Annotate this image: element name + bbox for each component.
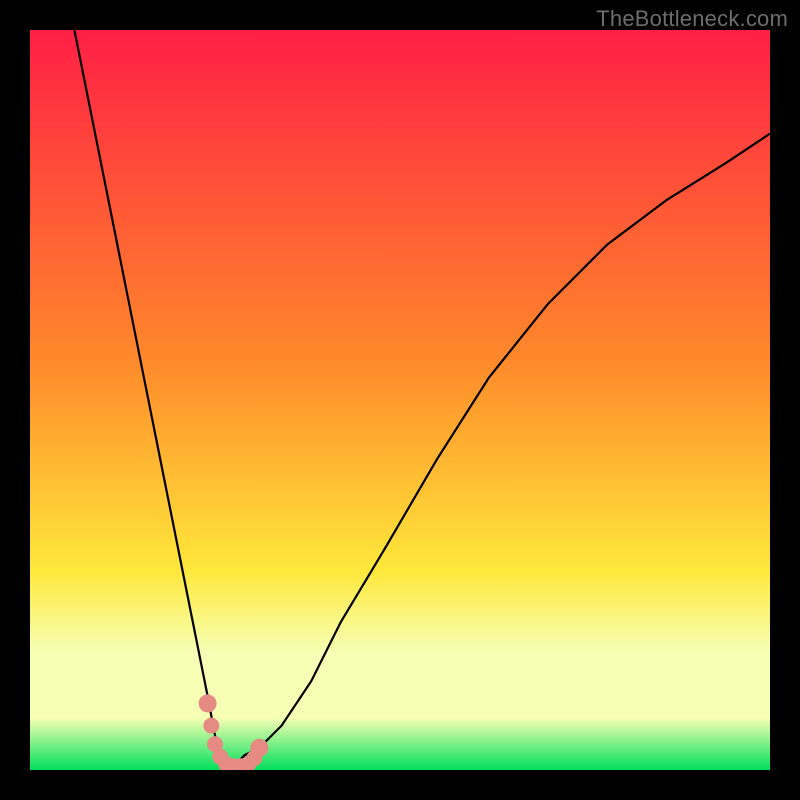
marker-dot xyxy=(203,718,219,734)
marker-dot xyxy=(199,694,217,712)
watermark-text: TheBottleneck.com xyxy=(596,6,788,32)
chart-plot-area xyxy=(30,30,770,770)
chart-root: TheBottleneck.com xyxy=(0,0,800,800)
marker-dot xyxy=(250,739,268,757)
gradient-background xyxy=(30,30,770,770)
chart-svg xyxy=(30,30,770,770)
